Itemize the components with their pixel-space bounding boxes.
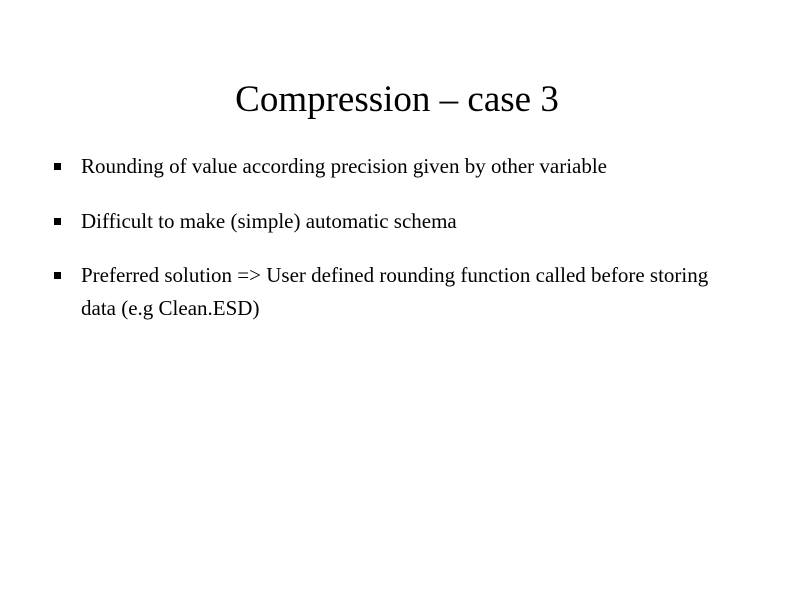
bullet-text: Preferred solution => User defined round… [81, 259, 740, 324]
list-item: Rounding of value according precision gi… [54, 150, 740, 183]
list-item: Preferred solution => User defined round… [54, 259, 740, 324]
bullet-icon [54, 272, 61, 279]
bullet-text: Rounding of value according precision gi… [81, 150, 740, 183]
bullet-list: Rounding of value according precision gi… [54, 150, 740, 346]
bullet-text: Difficult to make (simple) automatic sch… [81, 205, 740, 238]
list-item: Difficult to make (simple) automatic sch… [54, 205, 740, 238]
slide: Compression – case 3 Rounding of value a… [0, 0, 794, 595]
slide-title: Compression – case 3 [0, 78, 794, 121]
bullet-icon [54, 218, 61, 225]
bullet-icon [54, 163, 61, 170]
